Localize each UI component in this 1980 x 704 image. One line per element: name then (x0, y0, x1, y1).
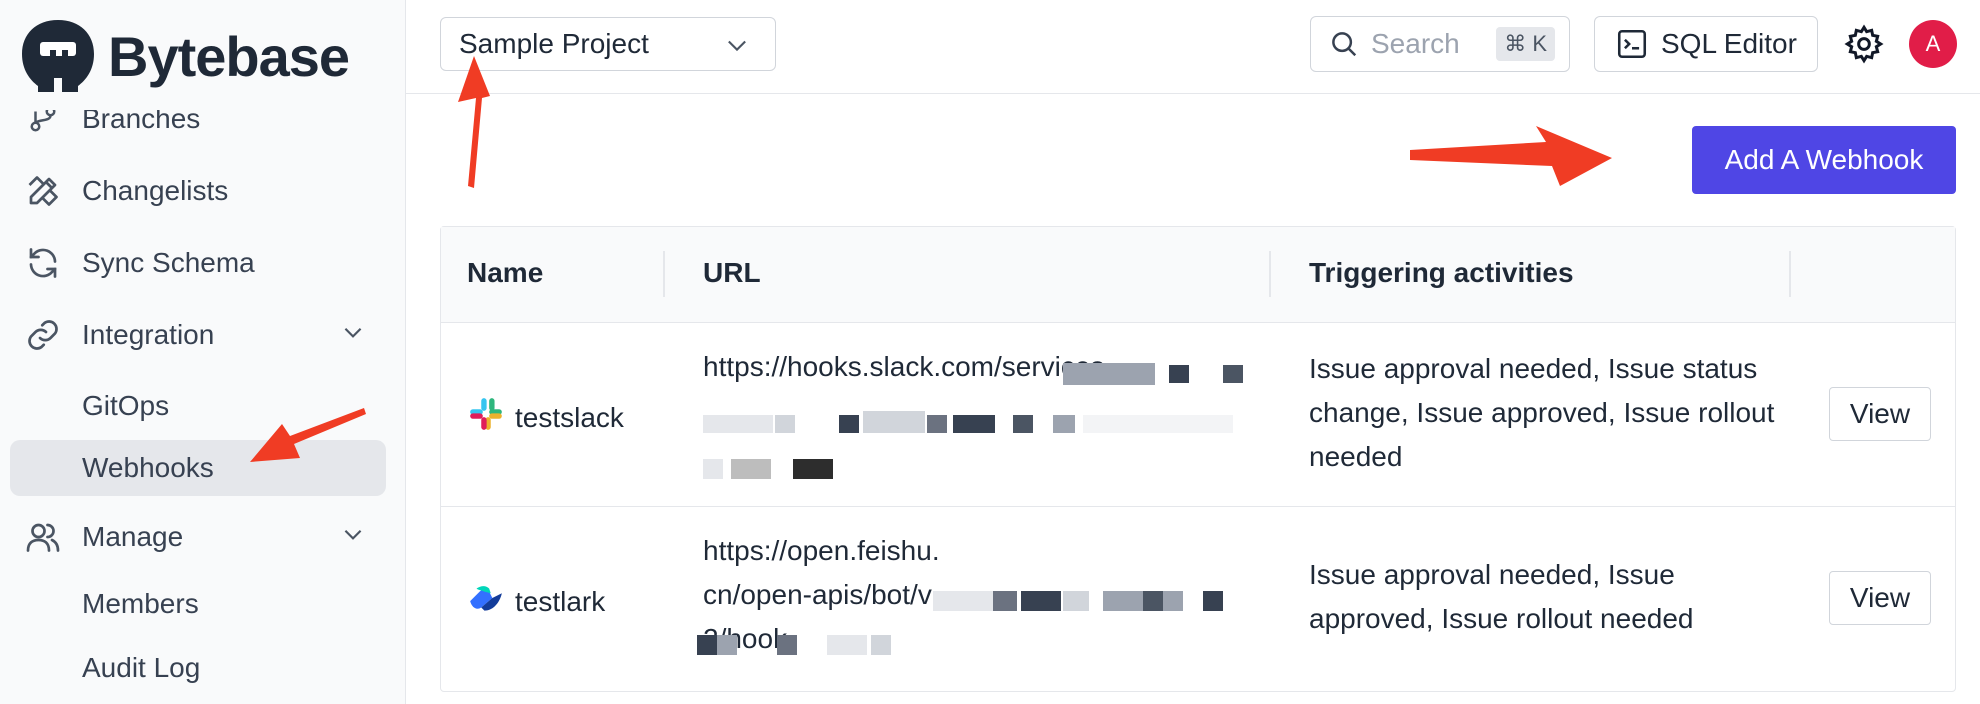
webhook-name-cell: testlark (467, 579, 605, 624)
lark-icon (467, 579, 505, 624)
slack-icon (467, 395, 505, 440)
sidebar-item-label: Branches (82, 103, 201, 134)
search-input[interactable]: Search ⌘ K (1310, 16, 1570, 72)
sidebar-item-sync-schema[interactable]: Sync Schema (24, 244, 255, 282)
column-divider (1789, 251, 1791, 297)
sidebar-item-label: Changelists (82, 175, 229, 206)
terminal-icon (1617, 29, 1647, 59)
webhook-activities: Issue approval needed, Issue status chan… (1309, 353, 1775, 472)
webhook-name: testslack (515, 401, 624, 433)
search-shortcut: ⌘ K (1496, 27, 1555, 61)
column-header-name: Name (467, 257, 544, 288)
users-icon (24, 518, 62, 556)
view-button[interactable]: View (1829, 571, 1931, 625)
webhook-name: testlark (515, 585, 606, 617)
sidebar-item-members[interactable]: Members (82, 588, 199, 620)
sidebar-item-gitops[interactable]: GitOps (82, 390, 169, 422)
link-icon (24, 316, 62, 354)
column-divider (663, 251, 665, 297)
column-header-url: URL (703, 257, 761, 288)
add-webhook-button[interactable]: Add A Webhook (1692, 126, 1956, 194)
branch-icon (24, 110, 62, 138)
app: Bytebase Branches Changelists Sync Schem (0, 0, 1980, 704)
webhook-activities: Issue approval needed, Issue approved, I… (1309, 559, 1694, 634)
sidebar-item-webhooks-label[interactable]: Webhooks (82, 452, 214, 484)
sidebar-item-label: Manage (82, 521, 184, 552)
view-button[interactable]: View (1829, 387, 1931, 441)
column-header-triggering-activities: Triggering activities (1309, 257, 1574, 288)
sql-editor-label: SQL Editor (1661, 28, 1797, 59)
gear-icon[interactable] (1844, 24, 1884, 64)
project-select[interactable]: Sample Project (440, 17, 776, 71)
sidebar-item-audit-log[interactable]: Audit Log (82, 652, 200, 684)
avatar[interactable]: A (1909, 20, 1957, 68)
webhook-url: https://open.feishu.cn/open-apis/bot/v2/… (703, 535, 940, 654)
search-placeholder: Search (1371, 28, 1460, 59)
column-divider (1269, 251, 1271, 297)
sidebar-item-manage[interactable]: Manage (24, 518, 362, 556)
webhook-name-cell: testslack (467, 395, 624, 440)
table-header: Name URL Triggering activities (441, 227, 1955, 323)
bytebase-logo-icon (22, 20, 94, 92)
webhook-table: Name URL Triggering activities testslack… (440, 226, 1956, 692)
chevron-down-icon (723, 31, 751, 66)
sidebar-item-label: Integration (82, 319, 215, 350)
top-bar: Sample Project Search ⌘ K SQL Editor A (406, 0, 1980, 94)
sidebar-item-integration[interactable]: Integration (24, 316, 362, 354)
sidebar: Bytebase Branches Changelists Sync Schem (0, 0, 406, 704)
search-icon (1332, 32, 1357, 57)
annotation-arrow-right-icon (1410, 126, 1612, 186)
pencil-ruler-icon (24, 172, 62, 210)
sidebar-item-branches[interactable]: Branches (24, 103, 201, 138)
table-row: testslack https://hooks.slack.com/servic… (441, 323, 1955, 507)
logo[interactable]: Bytebase (20, 18, 350, 94)
chevron-down-icon[interactable] (340, 521, 366, 554)
refresh-icon (24, 244, 62, 282)
table-row: testlark https://open.feishu.cn/open-api… (441, 507, 1955, 691)
brand-name: Bytebase (108, 24, 350, 88)
sql-editor-button[interactable]: SQL Editor (1594, 16, 1818, 72)
project-select-value: Sample Project (459, 28, 649, 59)
sidebar-item-changelists[interactable]: Changelists (24, 172, 228, 210)
sidebar-item-label: Sync Schema (82, 247, 255, 278)
chevron-down-icon[interactable] (340, 319, 366, 352)
